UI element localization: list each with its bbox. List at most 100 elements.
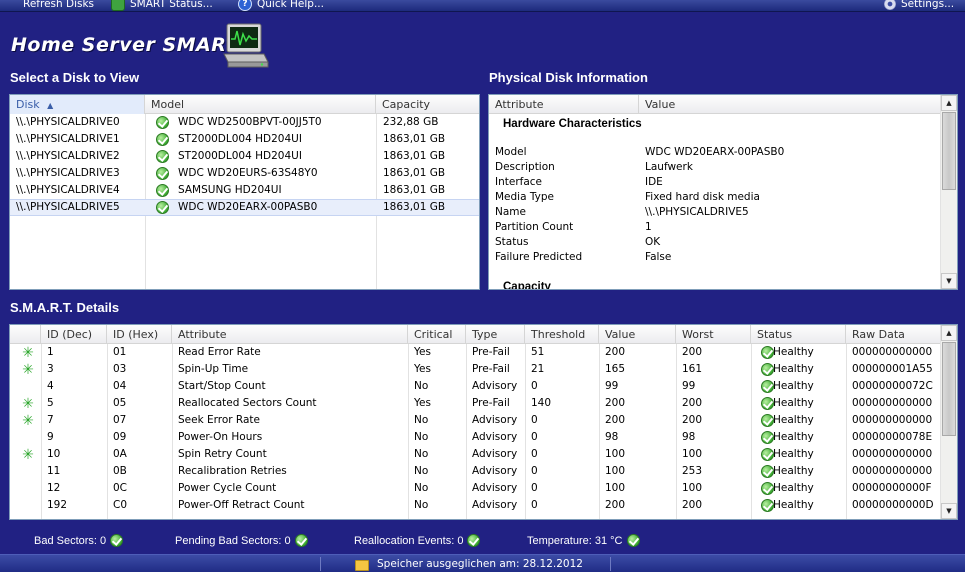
smart-cell-attr: Start/Stop Count (178, 380, 266, 392)
smart-row[interactable]: ✳ 1 01 Read Error Rate Yes Pre-Fail 51 200 200 He… (10, 344, 942, 361)
smart-cell-critical: No (414, 431, 429, 443)
smart-cell-critical: Yes (414, 346, 431, 358)
smart-cell-raw: 000000000000 (852, 448, 933, 460)
smart-table-header: ID (Dec) ID (Hex) Attribute Critical Typ… (10, 325, 940, 344)
help-icon: ? (238, 0, 252, 11)
smart-cell-status: Healthy (773, 346, 814, 358)
column-worst[interactable]: Worst (676, 325, 751, 344)
column-critical[interactable]: Critical (408, 325, 466, 344)
smart-table[interactable]: ID (Dec) ID (Hex) Attribute Critical Typ… (9, 324, 958, 520)
disk-capacity: 1863,01 GB (383, 133, 446, 145)
smart-cell-value: 100 (605, 465, 626, 477)
column-type[interactable]: Type (466, 325, 525, 344)
smart-cell-status: Healthy (773, 380, 814, 392)
column-id-hex[interactable]: ID (Hex) (107, 325, 172, 344)
smart-cell-threshold: 0 (531, 380, 538, 392)
smart-cell-value: 100 (605, 448, 626, 460)
column-id-dec[interactable]: ID (Dec) (41, 325, 107, 344)
scroll-down-button[interactable]: ▼ (941, 503, 957, 519)
smart-row[interactable]: ✳ 3 03 Spin-Up Time Yes Pre-Fail 21 165 161 Healt… (10, 361, 942, 378)
quick-help-label: Quick Help... (257, 0, 324, 10)
disk-row-selected[interactable]: \\.\PHYSICALDRIVE5 WDC WD20EARX-00PASB0 … (10, 199, 479, 216)
physical-info-scrollbar[interactable]: ▲ ▼ (940, 95, 957, 289)
disk-row[interactable]: \\.\PHYSICALDRIVE4 SAMSUNG HD204UI 1863,… (10, 182, 479, 199)
column-raw-data[interactable]: Raw Data (846, 325, 942, 344)
smart-row[interactable]: 11 0B Recalibration Retries No Advisory 0 100 2… (10, 463, 942, 480)
bottom-status-bar: Speicher ausgeglichen am: 28.12.2012 11:… (0, 554, 965, 572)
smart-cell-hex: 09 (113, 431, 127, 443)
monitored-attribute-icon: ✳ (22, 447, 34, 463)
smart-cell-raw: 000000001A55 (852, 363, 933, 375)
disk-list[interactable]: Disk ▲ Model Capacity \\.\PHYSICALDRIVE0… (9, 94, 480, 290)
disk-row[interactable]: \\.\PHYSICALDRIVE0 WDC WD2500BPVT-00JJ5T… (10, 114, 479, 131)
smart-cell-critical: No (414, 414, 429, 426)
settings-button[interactable]: Settings... (884, 0, 955, 11)
smart-cell-critical: No (414, 482, 429, 494)
disk-model: ST2000DL004 HD204UI (178, 150, 302, 162)
smart-cell-raw: 00000000000D (852, 499, 934, 511)
smart-cell-worst: 253 (682, 465, 703, 477)
smart-row[interactable]: ✳ 5 05 Reallocated Sectors Count Yes Pre-Fail… (10, 395, 942, 412)
smart-cell-hex: 07 (113, 414, 127, 426)
disk-row[interactable]: \\.\PHYSICALDRIVE3 WDC WD20EURS-63S48Y0 … (10, 165, 479, 182)
smart-cell-status: Healthy (773, 465, 814, 477)
scroll-up-button[interactable]: ▲ (941, 325, 957, 341)
smart-row[interactable]: ✳ 7 07 Seek Error Rate No Advisory 0 200 200 Heal… (10, 412, 942, 429)
refresh-disks-button[interactable]: Refresh Disks (4, 0, 94, 11)
scroll-thumb[interactable] (942, 342, 956, 436)
healthy-check-icon (156, 150, 169, 163)
smart-row[interactable]: ✳ 10 0A Spin Retry Count No Advisory 0 100 100 He… (10, 446, 942, 463)
quick-help-button[interactable]: ? Quick Help... (238, 0, 324, 11)
smart-cell-attr: Read Error Rate (178, 346, 261, 358)
smart-cell-attr: Spin-Up Time (178, 363, 249, 375)
smart-row[interactable]: 192 C0 Power-Off Retract Count No Advisory 0 2… (10, 497, 942, 514)
scroll-down-button[interactable]: ▼ (941, 273, 957, 289)
column-capacity[interactable]: Capacity (376, 95, 479, 114)
smart-cell-status: Healthy (773, 499, 814, 511)
smart-cell-dec: 5 (47, 397, 54, 409)
smart-row[interactable]: 12 0C Power Cycle Count No Advisory 0 100 100 He… (10, 480, 942, 497)
column-status[interactable]: Status (751, 325, 846, 344)
column-attribute[interactable]: Attribute (489, 95, 639, 114)
smart-cell-attr: Power-On Hours (178, 431, 263, 443)
info-key: Interface (495, 176, 543, 188)
healthy-check-icon (761, 380, 774, 393)
disk-model: ST2000DL004 HD204UI (178, 133, 302, 145)
scroll-up-button[interactable]: ▲ (941, 95, 957, 111)
disk-row[interactable]: \\.\PHYSICALDRIVE2 ST2000DL004 HD204UI 1… (10, 148, 479, 165)
physical-info-panel[interactable]: Attribute Value Hardware Characteristics… (488, 94, 958, 290)
column-disk-label: Disk (16, 98, 40, 111)
column-value[interactable]: Value (639, 95, 942, 114)
smart-row[interactable]: 4 04 Start/Stop Count No Advisory 0 99 99 Health… (10, 378, 942, 395)
scroll-thumb[interactable] (942, 112, 956, 190)
column-attribute[interactable]: Attribute (172, 325, 408, 344)
disk-name: \\.\PHYSICALDRIVE2 (16, 150, 120, 162)
smart-cell-raw: 00000000000F (852, 482, 932, 494)
smart-cell-type: Advisory (472, 431, 518, 443)
healthy-check-icon (761, 414, 774, 427)
smart-status-icon (111, 0, 125, 11)
smart-cell-dec: 11 (47, 465, 61, 477)
settings-label: Settings... (901, 0, 955, 10)
column-value[interactable]: Value (599, 325, 676, 344)
smart-cell-type: Advisory (472, 465, 518, 477)
bad-sectors-status: Bad Sectors: 0 (34, 531, 124, 547)
column-threshold[interactable]: Threshold (525, 325, 599, 344)
smart-table-scrollbar[interactable]: ▲ ▼ (940, 325, 957, 519)
smart-cell-raw: 000000000000 (852, 397, 933, 409)
smart-cell-dec: 12 (47, 482, 61, 494)
disk-row[interactable]: \\.\PHYSICALDRIVE1 ST2000DL004 HD204UI 1… (10, 131, 479, 148)
smart-cell-value: 200 (605, 499, 626, 511)
column-disk[interactable]: Disk ▲ (10, 95, 145, 114)
smart-cell-status: Healthy (773, 482, 814, 494)
smart-status-button[interactable]: SMART Status... (111, 0, 213, 11)
healthy-check-icon (110, 534, 124, 547)
gear-icon (884, 0, 896, 10)
column-model[interactable]: Model (145, 95, 376, 114)
smart-row[interactable]: 9 09 Power-On Hours No Advisory 0 98 98 Healthy 0… (10, 429, 942, 446)
smart-cell-dec: 4 (47, 380, 54, 392)
disk-capacity: 1863,01 GB (383, 167, 446, 179)
smart-cell-hex: C0 (113, 499, 128, 511)
monitored-attribute-icon: ✳ (22, 345, 34, 361)
monitored-attribute-icon: ✳ (22, 413, 34, 429)
